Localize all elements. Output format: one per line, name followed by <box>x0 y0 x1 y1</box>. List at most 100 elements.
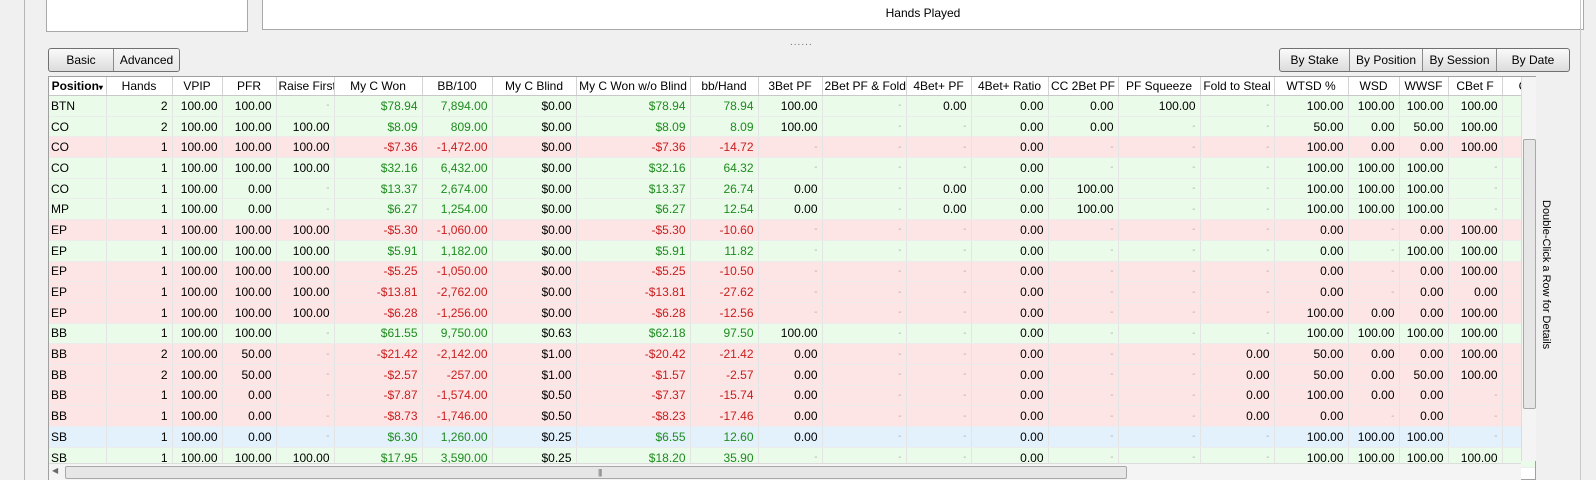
table-cell: 100.00 <box>276 281 335 303</box>
table-cell: EP <box>49 302 107 324</box>
column-header[interactable]: VPIP <box>172 77 223 96</box>
table-row[interactable]: MP 1 100.00 0.00- $6.27 1,254.00 $0.00 $6.27 12.… <box>49 198 1535 221</box>
table-row[interactable]: EP 1 100.00 100.00 100.00 -$5.25 -1,050.00 $0.0… <box>49 261 1535 283</box>
table-cell: 9,750.00 <box>422 323 493 345</box>
table-cell: - <box>822 364 907 386</box>
column-header[interactable]: 4Bet+ Ratio <box>971 77 1049 96</box>
table-cell: - <box>1118 364 1201 386</box>
table-cell: - <box>1048 385 1119 407</box>
table-row[interactable]: EP 1 100.00 100.00 100.00 $5.91 1,182.00 $0.00 $… <box>49 240 1535 262</box>
table-cell: 50.00 <box>1274 343 1349 365</box>
table-cell: - <box>1048 281 1119 303</box>
table-cell: 0.00 <box>222 178 277 200</box>
table-cell: 100.00 <box>172 157 223 179</box>
horizontal-scroll-thumb[interactable]: ||| <box>65 466 1127 479</box>
table-cell: $0.00 <box>492 219 577 241</box>
table-cell: - <box>1118 219 1201 241</box>
column-header[interactable]: PFR <box>222 77 277 96</box>
table-cell: 0.00 <box>758 364 823 386</box>
column-header[interactable]: CBet F <box>1448 77 1503 96</box>
scroll-left-arrow-icon[interactable]: ◀ <box>52 466 58 475</box>
table-row[interactable]: BB 2 100.00 50.00- -$21.42 -2,142.00 $1.00 -$20… <box>49 343 1535 365</box>
table-cell: 100.00 <box>1448 364 1503 386</box>
splitter-grip[interactable]: ...... <box>790 37 813 48</box>
table-row[interactable]: EP 1 100.00 100.00 100.00 -$6.28 -1,256.00 $0.0… <box>49 302 1535 324</box>
table-row[interactable]: CO 1 100.00 100.00 100.00 -$7.36 -1,472.00 $0.0… <box>49 136 1535 159</box>
column-header[interactable]: My C Won w/o Blind <box>576 77 691 96</box>
advanced-view-button[interactable]: Advanced <box>114 49 179 71</box>
table-cell: $0.00 <box>492 198 577 221</box>
table-row[interactable]: BTN 2 100.00 100.00- $78.94 7,894.00 $0.00 $78.… <box>49 95 1535 117</box>
column-header[interactable]: WTSD % <box>1274 77 1349 96</box>
table-cell: $13.37 <box>334 178 423 200</box>
column-header[interactable]: WSD <box>1348 77 1400 96</box>
table-row[interactable]: BB 1 100.00 100.00- $61.55 9,750.00 $0.63 $62.1… <box>49 323 1535 345</box>
by-session-button[interactable]: By Session <box>1423 49 1497 71</box>
table-cell: 0.00 <box>1274 261 1349 283</box>
table-cell: 100.00 <box>276 261 335 283</box>
table-cell: CO <box>49 178 107 200</box>
table-cell: - <box>906 281 972 303</box>
table-cell: - <box>1448 405 1503 427</box>
table-cell: 100.00 <box>172 343 223 365</box>
by-position-button[interactable]: By Position <box>1350 49 1423 71</box>
table-row[interactable]: CO 1 100.00 100.00 100.00 $32.16 6,432.00 $0.00… <box>49 157 1535 179</box>
column-header[interactable]: My C Won <box>334 77 423 96</box>
column-header[interactable]: Hands <box>106 77 173 96</box>
by-stake-button[interactable]: By Stake <box>1280 49 1350 71</box>
table-cell: 100.00 <box>1118 95 1201 117</box>
column-header[interactable]: CC 2Bet PF <box>1048 77 1119 96</box>
table-cell: 0.00 <box>971 343 1049 365</box>
table-cell: 100.00 <box>222 302 277 324</box>
table-row[interactable]: BB 2 100.00 50.00- -$2.57 -257.00 $1.00 -$1.57-… <box>49 364 1535 386</box>
column-header[interactable]: My C Blind <box>492 77 577 96</box>
column-header[interactable]: Position▾ <box>49 77 107 96</box>
basic-view-button[interactable]: Basic <box>49 49 114 71</box>
column-header[interactable]: PF Squeeze <box>1118 77 1201 96</box>
table-row[interactable]: BB 1 100.00 0.00- -$7.87 -1,574.00 $0.50 -$7.37… <box>49 385 1535 407</box>
table-row[interactable]: EP 1 100.00 100.00 100.00 -$13.81 -2,762.00 $0.… <box>49 281 1535 303</box>
vertical-scroll-thumb[interactable] <box>1523 139 1536 409</box>
table-row[interactable]: BB 1 100.00 0.00- -$8.73 -1,746.00 $0.50 -$8.23… <box>49 405 1535 427</box>
table-row[interactable]: SB 1 100.00 0.00- $6.30 1,260.00 $0.25 $6.55 12.… <box>49 426 1535 448</box>
table-cell: 100.00 <box>1274 178 1349 200</box>
table-cell: $0.00 <box>492 95 577 117</box>
table-cell: 0.00 <box>758 426 823 448</box>
table-cell: - <box>822 302 907 324</box>
table-cell: -$21.42 <box>334 343 423 365</box>
column-header[interactable]: 4Bet+ PF <box>906 77 972 96</box>
table-cell: 12.54 <box>690 198 759 221</box>
column-header[interactable]: Fold to Steal <box>1200 77 1275 96</box>
table-cell: - <box>906 136 972 159</box>
table-cell: - <box>1048 240 1119 262</box>
table-cell: 0.00 <box>971 240 1049 262</box>
column-header[interactable]: BB/100 <box>422 77 493 96</box>
column-header[interactable]: 2Bet PF & Fold <box>822 77 907 96</box>
column-header[interactable]: Raise First <box>276 77 335 96</box>
hands-played-label: Hands Played <box>885 6 961 20</box>
table-row[interactable]: CO 2 100.00 100.00 100.00 $8.09 809.00 $0.00 $8.… <box>49 116 1535 138</box>
table-cell: - <box>276 95 335 117</box>
column-header[interactable]: WWSF <box>1399 77 1449 96</box>
grid-body: BTN 2 100.00 100.00- $78.94 7,894.00 $0.00 $78.… <box>49 95 1535 479</box>
table-cell: 100.00 <box>172 198 223 221</box>
table-row[interactable]: EP 1 100.00 100.00 100.00 -$5.30 -1,060.00 $0.0… <box>49 219 1535 241</box>
column-header[interactable]: bb/Hand <box>690 77 759 96</box>
table-cell: 50.00 <box>1274 116 1349 138</box>
by-date-button[interactable]: By Date <box>1497 49 1569 71</box>
table-cell: 100.00 <box>222 281 277 303</box>
horizontal-scrollbar[interactable]: ◀ ||| <box>49 463 1521 480</box>
table-row[interactable]: CO 1 100.00 0.00- $13.37 2,674.00 $0.00 $13.37 2… <box>49 178 1535 200</box>
table-cell: -$13.81 <box>576 281 691 303</box>
table-cell: 100.00 <box>172 323 223 345</box>
column-header[interactable]: 3Bet PF <box>758 77 823 96</box>
table-cell: - <box>822 405 907 427</box>
table-cell: $0.00 <box>492 240 577 262</box>
table-cell: 2 <box>106 116 173 138</box>
vertical-scrollbar[interactable] <box>1521 77 1536 461</box>
table-cell: 1 <box>106 178 173 200</box>
table-cell: - <box>1118 385 1201 407</box>
table-cell: 1 <box>106 219 173 241</box>
grip-icon: ||| <box>598 468 602 477</box>
table-cell: - <box>822 95 907 117</box>
